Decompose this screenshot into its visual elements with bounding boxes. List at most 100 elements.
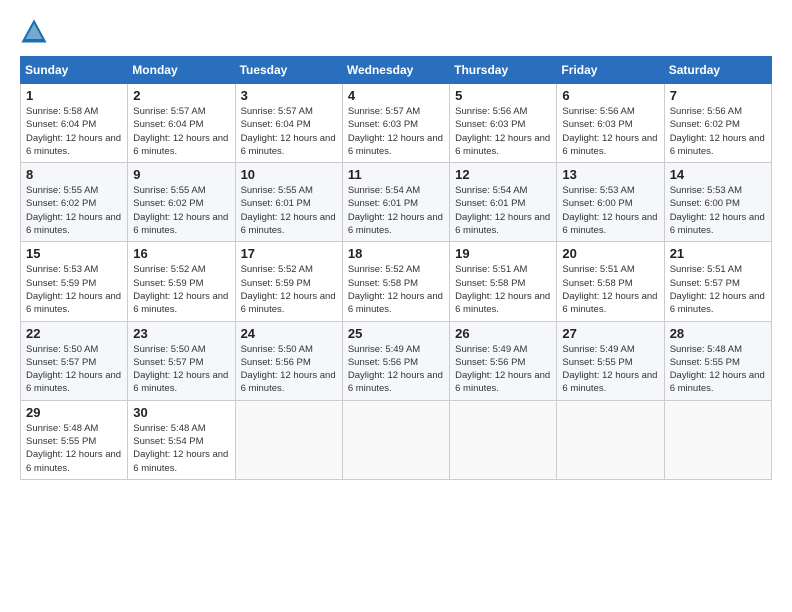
header-monday: Monday <box>128 57 235 84</box>
day-info: Sunrise: 5:53 AMSunset: 6:00 PMDaylight:… <box>670 185 765 236</box>
day-cell: 2 Sunrise: 5:57 AMSunset: 6:04 PMDayligh… <box>128 84 235 163</box>
day-info: Sunrise: 5:50 AMSunset: 5:57 PMDaylight:… <box>133 344 228 395</box>
day-info: Sunrise: 5:51 AMSunset: 5:58 PMDaylight:… <box>455 264 550 315</box>
logo-icon <box>20 18 48 46</box>
day-cell: 24 Sunrise: 5:50 AMSunset: 5:56 PMDaylig… <box>235 321 342 400</box>
day-cell: 4 Sunrise: 5:57 AMSunset: 6:03 PMDayligh… <box>342 84 449 163</box>
week-row-3: 15 Sunrise: 5:53 AMSunset: 5:59 PMDaylig… <box>21 242 772 321</box>
header <box>20 18 772 46</box>
day-number: 22 <box>26 326 122 341</box>
calendar-header-row: SundayMondayTuesdayWednesdayThursdayFrid… <box>21 57 772 84</box>
day-cell: 29 Sunrise: 5:48 AMSunset: 5:55 PMDaylig… <box>21 400 128 479</box>
day-info: Sunrise: 5:55 AMSunset: 6:02 PMDaylight:… <box>133 185 228 236</box>
day-info: Sunrise: 5:53 AMSunset: 5:59 PMDaylight:… <box>26 264 121 315</box>
day-info: Sunrise: 5:49 AMSunset: 5:55 PMDaylight:… <box>562 344 657 395</box>
week-row-1: 1 Sunrise: 5:58 AMSunset: 6:04 PMDayligh… <box>21 84 772 163</box>
header-thursday: Thursday <box>450 57 557 84</box>
day-number: 2 <box>133 88 229 103</box>
day-info: Sunrise: 5:49 AMSunset: 5:56 PMDaylight:… <box>348 344 443 395</box>
day-number: 30 <box>133 405 229 420</box>
day-cell: 19 Sunrise: 5:51 AMSunset: 5:58 PMDaylig… <box>450 242 557 321</box>
day-cell: 12 Sunrise: 5:54 AMSunset: 6:01 PMDaylig… <box>450 163 557 242</box>
day-number: 27 <box>562 326 658 341</box>
day-cell: 16 Sunrise: 5:52 AMSunset: 5:59 PMDaylig… <box>128 242 235 321</box>
day-cell: 22 Sunrise: 5:50 AMSunset: 5:57 PMDaylig… <box>21 321 128 400</box>
header-wednesday: Wednesday <box>342 57 449 84</box>
day-cell: 21 Sunrise: 5:51 AMSunset: 5:57 PMDaylig… <box>664 242 771 321</box>
day-cell <box>557 400 664 479</box>
day-number: 13 <box>562 167 658 182</box>
header-saturday: Saturday <box>664 57 771 84</box>
day-cell: 18 Sunrise: 5:52 AMSunset: 5:58 PMDaylig… <box>342 242 449 321</box>
day-number: 15 <box>26 246 122 261</box>
day-number: 21 <box>670 246 766 261</box>
week-row-2: 8 Sunrise: 5:55 AMSunset: 6:02 PMDayligh… <box>21 163 772 242</box>
day-number: 4 <box>348 88 444 103</box>
day-info: Sunrise: 5:58 AMSunset: 6:04 PMDaylight:… <box>26 106 121 157</box>
day-number: 29 <box>26 405 122 420</box>
day-cell: 28 Sunrise: 5:48 AMSunset: 5:55 PMDaylig… <box>664 321 771 400</box>
day-cell <box>342 400 449 479</box>
header-tuesday: Tuesday <box>235 57 342 84</box>
day-info: Sunrise: 5:56 AMSunset: 6:03 PMDaylight:… <box>562 106 657 157</box>
day-info: Sunrise: 5:52 AMSunset: 5:58 PMDaylight:… <box>348 264 443 315</box>
day-number: 5 <box>455 88 551 103</box>
day-cell: 20 Sunrise: 5:51 AMSunset: 5:58 PMDaylig… <box>557 242 664 321</box>
day-info: Sunrise: 5:48 AMSunset: 5:55 PMDaylight:… <box>670 344 765 395</box>
day-cell: 30 Sunrise: 5:48 AMSunset: 5:54 PMDaylig… <box>128 400 235 479</box>
day-info: Sunrise: 5:57 AMSunset: 6:04 PMDaylight:… <box>241 106 336 157</box>
day-number: 19 <box>455 246 551 261</box>
day-number: 26 <box>455 326 551 341</box>
header-sunday: Sunday <box>21 57 128 84</box>
calendar-body: 1 Sunrise: 5:58 AMSunset: 6:04 PMDayligh… <box>21 84 772 480</box>
calendar-table: SundayMondayTuesdayWednesdayThursdayFrid… <box>20 56 772 480</box>
day-info: Sunrise: 5:52 AMSunset: 5:59 PMDaylight:… <box>241 264 336 315</box>
day-info: Sunrise: 5:56 AMSunset: 6:03 PMDaylight:… <box>455 106 550 157</box>
day-info: Sunrise: 5:50 AMSunset: 5:56 PMDaylight:… <box>241 344 336 395</box>
header-friday: Friday <box>557 57 664 84</box>
day-info: Sunrise: 5:56 AMSunset: 6:02 PMDaylight:… <box>670 106 765 157</box>
logo <box>20 18 52 46</box>
day-number: 3 <box>241 88 337 103</box>
day-cell: 6 Sunrise: 5:56 AMSunset: 6:03 PMDayligh… <box>557 84 664 163</box>
day-number: 11 <box>348 167 444 182</box>
day-cell: 3 Sunrise: 5:57 AMSunset: 6:04 PMDayligh… <box>235 84 342 163</box>
day-cell: 13 Sunrise: 5:53 AMSunset: 6:00 PMDaylig… <box>557 163 664 242</box>
day-number: 20 <box>562 246 658 261</box>
day-number: 28 <box>670 326 766 341</box>
day-number: 7 <box>670 88 766 103</box>
day-number: 9 <box>133 167 229 182</box>
day-cell <box>450 400 557 479</box>
day-info: Sunrise: 5:54 AMSunset: 6:01 PMDaylight:… <box>348 185 443 236</box>
day-info: Sunrise: 5:57 AMSunset: 6:04 PMDaylight:… <box>133 106 228 157</box>
day-number: 8 <box>26 167 122 182</box>
day-info: Sunrise: 5:54 AMSunset: 6:01 PMDaylight:… <box>455 185 550 236</box>
day-number: 17 <box>241 246 337 261</box>
day-info: Sunrise: 5:53 AMSunset: 6:00 PMDaylight:… <box>562 185 657 236</box>
day-cell: 26 Sunrise: 5:49 AMSunset: 5:56 PMDaylig… <box>450 321 557 400</box>
day-cell: 9 Sunrise: 5:55 AMSunset: 6:02 PMDayligh… <box>128 163 235 242</box>
day-info: Sunrise: 5:51 AMSunset: 5:58 PMDaylight:… <box>562 264 657 315</box>
week-row-4: 22 Sunrise: 5:50 AMSunset: 5:57 PMDaylig… <box>21 321 772 400</box>
day-cell: 27 Sunrise: 5:49 AMSunset: 5:55 PMDaylig… <box>557 321 664 400</box>
day-info: Sunrise: 5:52 AMSunset: 5:59 PMDaylight:… <box>133 264 228 315</box>
day-cell: 7 Sunrise: 5:56 AMSunset: 6:02 PMDayligh… <box>664 84 771 163</box>
day-cell: 15 Sunrise: 5:53 AMSunset: 5:59 PMDaylig… <box>21 242 128 321</box>
day-cell: 8 Sunrise: 5:55 AMSunset: 6:02 PMDayligh… <box>21 163 128 242</box>
day-cell: 14 Sunrise: 5:53 AMSunset: 6:00 PMDaylig… <box>664 163 771 242</box>
day-cell: 23 Sunrise: 5:50 AMSunset: 5:57 PMDaylig… <box>128 321 235 400</box>
day-info: Sunrise: 5:55 AMSunset: 6:01 PMDaylight:… <box>241 185 336 236</box>
day-cell: 10 Sunrise: 5:55 AMSunset: 6:01 PMDaylig… <box>235 163 342 242</box>
day-info: Sunrise: 5:51 AMSunset: 5:57 PMDaylight:… <box>670 264 765 315</box>
day-number: 6 <box>562 88 658 103</box>
day-info: Sunrise: 5:57 AMSunset: 6:03 PMDaylight:… <box>348 106 443 157</box>
day-cell: 25 Sunrise: 5:49 AMSunset: 5:56 PMDaylig… <box>342 321 449 400</box>
day-info: Sunrise: 5:55 AMSunset: 6:02 PMDaylight:… <box>26 185 121 236</box>
day-info: Sunrise: 5:48 AMSunset: 5:54 PMDaylight:… <box>133 423 228 474</box>
day-number: 25 <box>348 326 444 341</box>
day-info: Sunrise: 5:48 AMSunset: 5:55 PMDaylight:… <box>26 423 121 474</box>
day-cell <box>235 400 342 479</box>
day-number: 24 <box>241 326 337 341</box>
day-number: 23 <box>133 326 229 341</box>
day-number: 12 <box>455 167 551 182</box>
